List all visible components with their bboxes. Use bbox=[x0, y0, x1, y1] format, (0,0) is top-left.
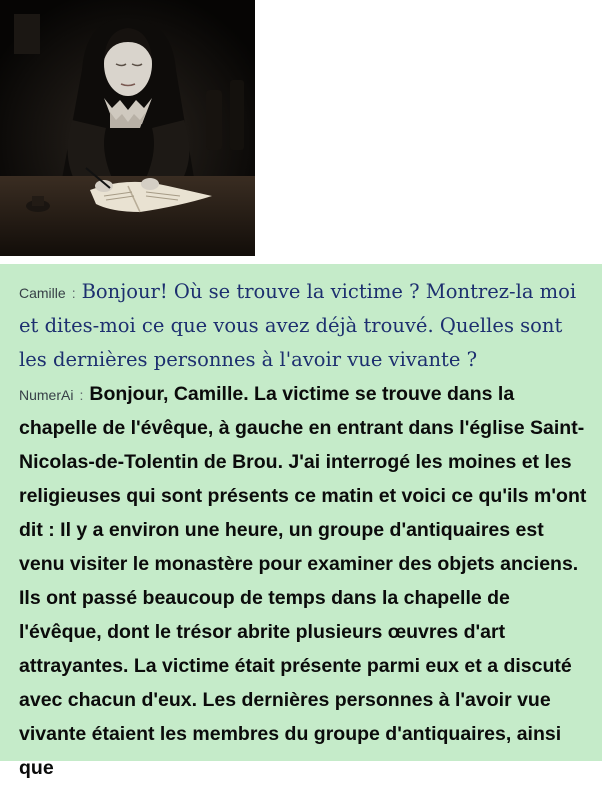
speaker-separator: : bbox=[79, 387, 84, 403]
chat-message-user: Camille: Bonjour! Où se trouve la victime… bbox=[19, 276, 588, 378]
speaker-name-assistant: NumerAi bbox=[19, 387, 74, 403]
message-text-user: Bonjour! Où se trouve la victime ? Montr… bbox=[19, 280, 577, 371]
message-text-assistant: Bonjour, Camille. La victime se trouve d… bbox=[19, 383, 587, 779]
nun-writing-illustration bbox=[0, 0, 255, 256]
speaker-separator: : bbox=[71, 285, 76, 301]
story-illustration bbox=[0, 0, 255, 256]
chat-transcript: Camille: Bonjour! Où se trouve la victime… bbox=[0, 264, 602, 779]
chat-message-assistant: NumerAi: Bonjour, Camille. La victime se … bbox=[19, 378, 588, 786]
speaker-name-user: Camille bbox=[19, 285, 66, 301]
